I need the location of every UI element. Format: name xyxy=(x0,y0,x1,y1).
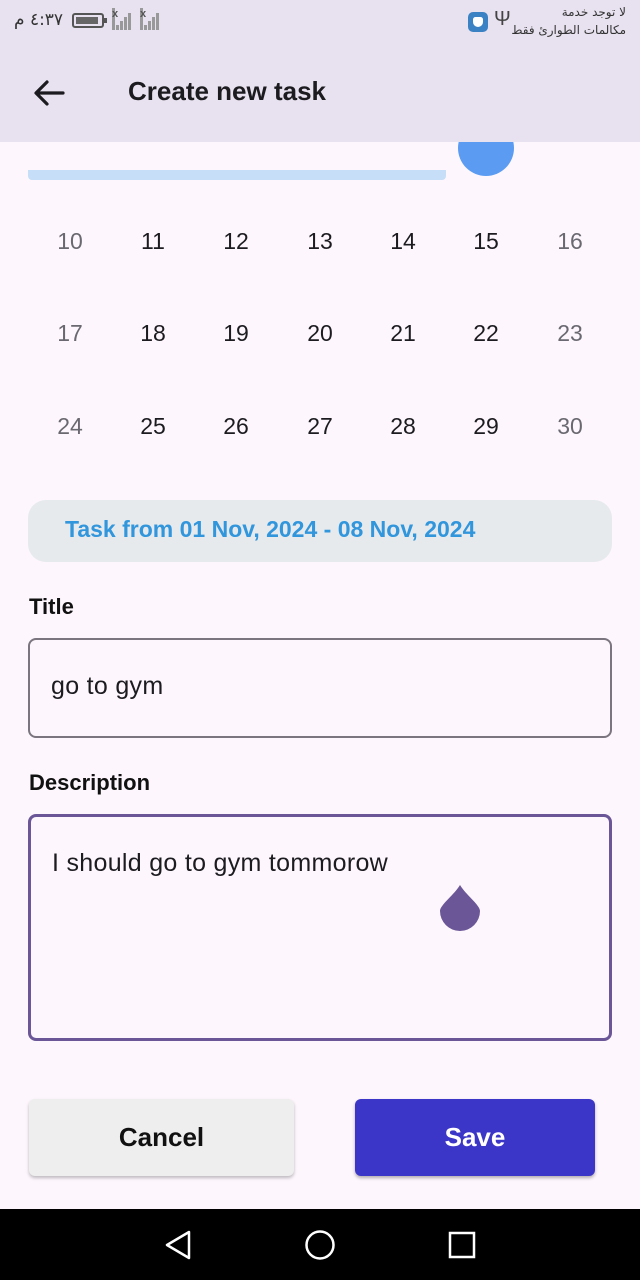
calendar-day[interactable]: 18 xyxy=(111,320,195,347)
range-end-marker[interactable] xyxy=(458,142,514,176)
circle-home-icon xyxy=(305,1230,335,1260)
signal-icon: x xyxy=(112,8,132,30)
calendar-day[interactable]: 28 xyxy=(361,413,445,440)
date-range-text: Task from 01 Nov, 2024 - 08 Nov, 2024 xyxy=(65,516,476,542)
carrier-status: لا توجد خدمة مكالمات الطوارئ فقط xyxy=(511,5,626,37)
description-input[interactable]: I should go to gym tommorow xyxy=(28,814,612,1041)
calendar-day[interactable]: 20 xyxy=(278,320,362,347)
calendar-day[interactable]: 11 xyxy=(111,228,195,255)
nav-recents-button[interactable] xyxy=(444,1227,480,1263)
calendar-day[interactable]: 15 xyxy=(444,228,528,255)
calendar-day[interactable]: 26 xyxy=(194,413,278,440)
cancel-button-label: Cancel xyxy=(118,1122,205,1152)
calendar-day[interactable]: 25 xyxy=(111,413,195,440)
calendar-day[interactable]: 24 xyxy=(28,413,112,440)
description-input-value: I should go to gym tommorow xyxy=(52,849,389,877)
arrow-left-icon xyxy=(34,80,65,106)
title-input[interactable]: go to gym xyxy=(28,638,612,738)
signal-icon-2: x xyxy=(140,8,160,30)
nav-home-button[interactable] xyxy=(302,1227,338,1263)
calendar-day[interactable]: 23 xyxy=(528,320,612,347)
triangle-back-icon xyxy=(165,1230,191,1260)
calendar-day[interactable]: 21 xyxy=(361,320,445,347)
calendar-day[interactable]: 19 xyxy=(194,320,278,347)
calendar-day[interactable]: 13 xyxy=(278,228,362,255)
date-range-badge: Task from 01 Nov, 2024 - 08 Nov, 2024 xyxy=(28,500,612,562)
calendar-day[interactable]: 12 xyxy=(194,228,278,255)
date-range-highlight xyxy=(28,170,446,180)
status-time: ٤:٣٧ م xyxy=(14,10,64,30)
calendar-day[interactable]: 29 xyxy=(444,413,528,440)
calendar-day[interactable]: 30 xyxy=(528,413,612,440)
battery-icon xyxy=(72,13,107,28)
page-title: Create new task xyxy=(128,76,326,106)
calendar-day[interactable]: 10 xyxy=(28,228,112,255)
back-button[interactable] xyxy=(26,70,72,116)
square-recents-icon xyxy=(448,1231,476,1259)
save-button-label: Save xyxy=(444,1122,506,1152)
cancel-button[interactable]: Cancel xyxy=(29,1099,294,1176)
text-cursor-handle-icon[interactable] xyxy=(440,883,480,931)
title-input-value: go to gym xyxy=(51,672,164,700)
system-nav-bar xyxy=(0,1209,640,1280)
calendar-week-row: 24 25 26 27 28 29 30 xyxy=(28,397,612,457)
app-bar: Create new task xyxy=(0,44,640,142)
calendar-day[interactable]: 14 xyxy=(361,228,445,255)
calendar-day[interactable]: 16 xyxy=(528,228,612,255)
save-button[interactable]: Save xyxy=(355,1099,595,1176)
calendar-week-row: 10 11 12 13 14 15 16 xyxy=(28,212,612,272)
calendar-day[interactable]: 22 xyxy=(444,320,528,347)
calendar-week-row: 17 18 19 20 21 22 23 xyxy=(28,304,612,364)
nav-back-button[interactable] xyxy=(160,1227,196,1263)
title-label: Title xyxy=(29,594,74,619)
calendar-day[interactable]: 17 xyxy=(28,320,112,347)
status-bar: ٤:٣٧ م x x Ψ لا توجد خدمة مكالمات الطوار… xyxy=(0,0,640,44)
description-label: Description xyxy=(29,770,151,795)
calendar-day[interactable]: 27 xyxy=(278,413,362,440)
